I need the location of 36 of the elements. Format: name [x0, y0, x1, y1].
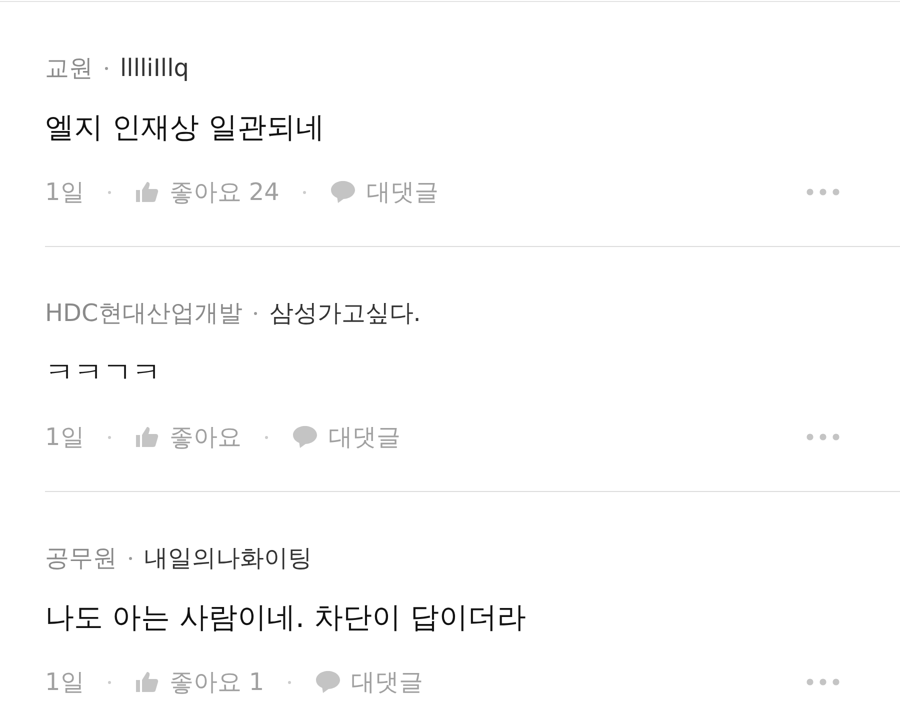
- comment-time: 1일: [45, 422, 84, 453]
- comment-text: 나도 아는 사람이네. 차단이 답이더라: [45, 599, 528, 636]
- reply-button[interactable]: 대댓글: [292, 421, 400, 453]
- separator-dot: [254, 312, 258, 314]
- thumbs-up-icon: [135, 181, 160, 203]
- author-nickname[interactable]: lllliIllq: [120, 54, 189, 82]
- author-nickname[interactable]: 삼성가고싶다.: [269, 297, 421, 329]
- author-company: 교원: [45, 53, 93, 84]
- separator-dot: [129, 556, 132, 560]
- like-button[interactable]: 좋아요: [135, 421, 242, 453]
- separator-dot: [105, 66, 108, 70]
- like-button[interactable]: 좋아요 24: [135, 176, 280, 208]
- like-button[interactable]: 좋아요 1: [135, 666, 264, 698]
- thumbs-up-icon: [135, 426, 160, 448]
- more-options-icon[interactable]: [806, 188, 840, 196]
- more-options-icon[interactable]: [806, 678, 840, 686]
- speech-bubble-icon: [292, 425, 318, 449]
- separator-dot: [108, 190, 112, 194]
- comment-text: ㅋㅋㄱㅋ: [45, 354, 162, 391]
- separator-dot: [108, 680, 112, 684]
- comment-time: 1일: [45, 177, 84, 208]
- reply-button[interactable]: 대댓글: [330, 176, 438, 208]
- reply-button[interactable]: 대댓글: [315, 666, 424, 698]
- more-options-icon[interactable]: [806, 433, 840, 441]
- author-company: 공무원: [45, 543, 117, 574]
- speech-bubble-icon: [315, 670, 342, 694]
- author-nickname[interactable]: 내일의나화이팅: [144, 542, 312, 574]
- separator-dot: [288, 680, 292, 684]
- thumbs-up-icon: [135, 671, 160, 693]
- comment-time: 1일: [45, 667, 84, 698]
- speech-bubble-icon: [330, 180, 356, 204]
- separator-dot: [108, 436, 112, 438]
- author-company: HDC현대산업개발: [45, 298, 242, 329]
- separator-dot: [265, 436, 268, 438]
- separator-dot: [303, 190, 306, 194]
- comment-text: 엘지 인재상 일관되네: [45, 109, 326, 146]
